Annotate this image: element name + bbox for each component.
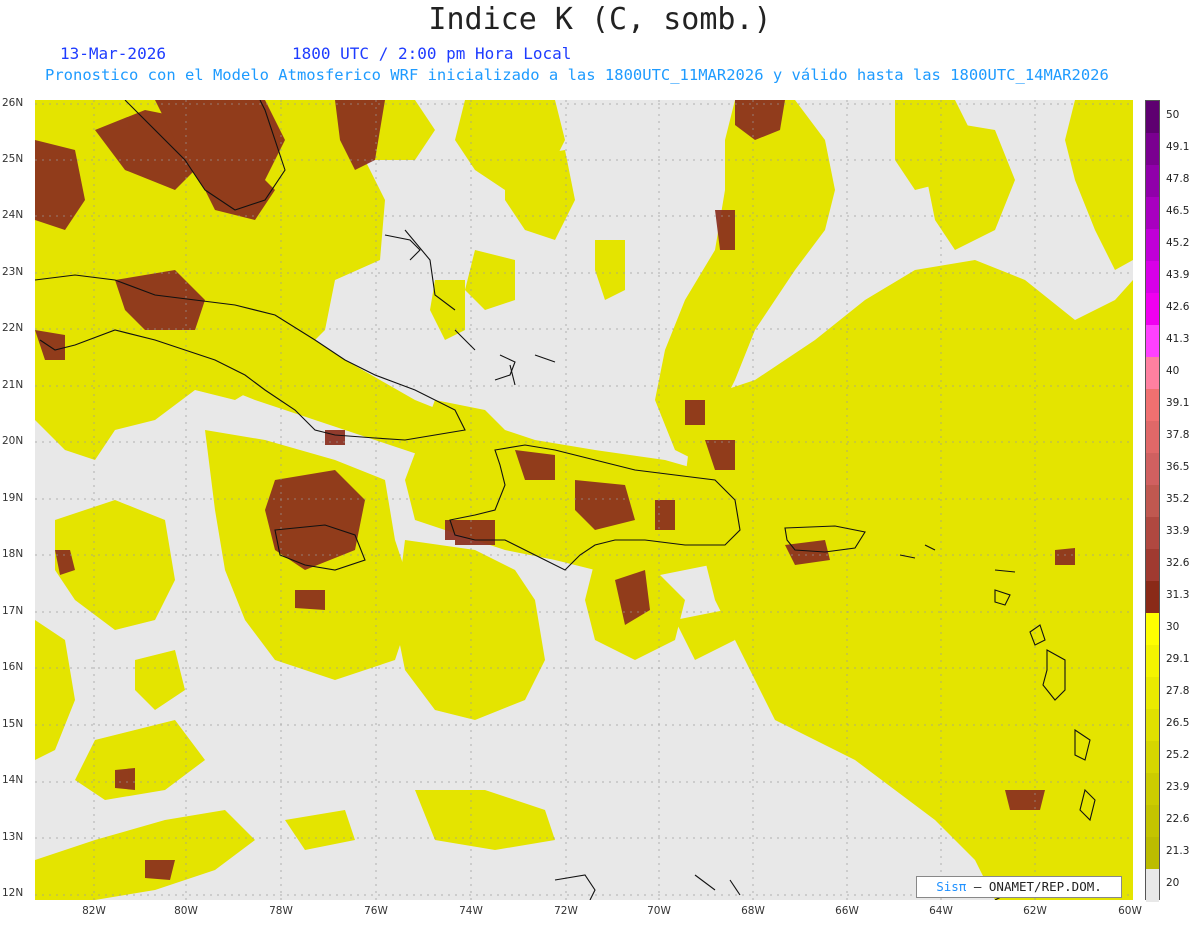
lon-label: 68W bbox=[741, 905, 765, 917]
colorbar-segment bbox=[1146, 389, 1159, 422]
colorbar-segment bbox=[1146, 581, 1159, 614]
colorbar-segment bbox=[1146, 421, 1159, 454]
colorbar-segment bbox=[1146, 517, 1159, 550]
colorbar-tick-label: 37.8 bbox=[1166, 429, 1190, 441]
lat-label: 22N bbox=[2, 322, 24, 334]
credit-text: – ONAMET/REP.DOM. bbox=[973, 879, 1102, 894]
lat-label: 26N bbox=[2, 97, 24, 109]
forecast-description: Pronostico con el Modelo Atmosferico WRF… bbox=[45, 66, 1109, 84]
lat-label: 25N bbox=[2, 153, 24, 165]
colorbar-tick-label: 39.1 bbox=[1166, 397, 1190, 409]
colorbar-segment bbox=[1146, 613, 1159, 646]
colorbar-tick-label: 46.5 bbox=[1166, 205, 1190, 217]
colorbar-tick-label: 21.3 bbox=[1166, 845, 1190, 857]
colorbar-tick-label: 23.9 bbox=[1166, 781, 1190, 793]
colorbar-tick-label: 26.5 bbox=[1166, 717, 1190, 729]
k-index-map bbox=[35, 100, 1133, 900]
colorbar-segment bbox=[1146, 101, 1159, 134]
colorbar-tick-label: 29.1 bbox=[1166, 653, 1190, 665]
map-canvas bbox=[35, 100, 1133, 900]
forecast-time: 1800 UTC / 2:00 pm Hora Local bbox=[292, 44, 572, 63]
forecast-date: 13-Mar-2026 bbox=[60, 44, 166, 63]
colorbar-tick-label: 31.3 bbox=[1166, 589, 1190, 601]
sispi-logo: Sisπ bbox=[936, 879, 967, 894]
colorbar-segment bbox=[1146, 197, 1159, 230]
k-index-colorbar bbox=[1145, 100, 1160, 902]
colorbar-segment bbox=[1146, 677, 1159, 710]
lat-label: 21N bbox=[2, 379, 24, 391]
lat-label: 20N bbox=[2, 435, 24, 447]
colorbar-tick-label: 20 bbox=[1166, 877, 1180, 889]
lat-label: 17N bbox=[2, 605, 24, 617]
colorbar-segment bbox=[1146, 741, 1159, 774]
colorbar-tick-label: 22.6 bbox=[1166, 813, 1190, 825]
colorbar-segment bbox=[1146, 357, 1159, 390]
colorbar-segment bbox=[1146, 133, 1159, 166]
colorbar-segment bbox=[1146, 805, 1159, 838]
lon-label: 62W bbox=[1023, 905, 1047, 917]
colorbar-segment bbox=[1146, 709, 1159, 742]
colorbar-segment bbox=[1146, 773, 1159, 806]
lat-label: 14N bbox=[2, 774, 24, 786]
lon-label: 60W bbox=[1118, 905, 1142, 917]
lon-label: 76W bbox=[364, 905, 388, 917]
colorbar-segment bbox=[1146, 645, 1159, 678]
lat-label: 12N bbox=[2, 887, 24, 899]
colorbar-segment bbox=[1146, 293, 1159, 326]
lon-label: 66W bbox=[835, 905, 859, 917]
colorbar-tick-label: 45.2 bbox=[1166, 237, 1190, 249]
colorbar-tick-label: 50 bbox=[1166, 109, 1180, 121]
colorbar-tick-label: 49.1 bbox=[1166, 141, 1190, 153]
colorbar-tick-label: 25.2 bbox=[1166, 749, 1190, 761]
lon-label: 80W bbox=[174, 905, 198, 917]
lon-label: 72W bbox=[554, 905, 578, 917]
colorbar-segment bbox=[1146, 261, 1159, 294]
colorbar-tick-label: 43.9 bbox=[1166, 269, 1190, 281]
colorbar-tick-label: 36.5 bbox=[1166, 461, 1190, 473]
colorbar-tick-label: 40 bbox=[1166, 365, 1180, 377]
colorbar-segment bbox=[1146, 229, 1159, 262]
colorbar-tick-label: 27.8 bbox=[1166, 685, 1190, 697]
colorbar-segment bbox=[1146, 485, 1159, 518]
lat-label: 24N bbox=[2, 209, 24, 221]
colorbar-tick-label: 33.9 bbox=[1166, 525, 1190, 537]
lat-label: 23N bbox=[2, 266, 24, 278]
lon-label: 82W bbox=[82, 905, 106, 917]
colorbar-tick-label: 47.8 bbox=[1166, 173, 1190, 185]
colorbar-tick-label: 35.2 bbox=[1166, 493, 1190, 505]
colorbar-segment bbox=[1146, 549, 1159, 582]
colorbar-segment bbox=[1146, 837, 1159, 870]
lon-label: 74W bbox=[459, 905, 483, 917]
lon-label: 78W bbox=[269, 905, 293, 917]
colorbar-tick-label: 41.3 bbox=[1166, 333, 1190, 345]
colorbar-segment bbox=[1146, 165, 1159, 198]
colorbar-tick-label: 32.6 bbox=[1166, 557, 1190, 569]
lon-label: 64W bbox=[929, 905, 953, 917]
colorbar-segment bbox=[1146, 325, 1159, 358]
colorbar-segment bbox=[1146, 869, 1159, 902]
colorbar-tick-label: 30 bbox=[1166, 621, 1180, 633]
lat-label: 19N bbox=[2, 492, 24, 504]
colorbar-tick-label: 42.6 bbox=[1166, 301, 1190, 313]
lat-label: 16N bbox=[2, 661, 24, 673]
lat-label: 13N bbox=[2, 831, 24, 843]
lat-label: 15N bbox=[2, 718, 24, 730]
credit-box: Sisπ – ONAMET/REP.DOM. bbox=[916, 876, 1122, 898]
colorbar-segment bbox=[1146, 453, 1159, 486]
map-title: Indice K (C, somb.) bbox=[428, 2, 772, 37]
lat-label: 18N bbox=[2, 548, 24, 560]
lon-label: 70W bbox=[647, 905, 671, 917]
